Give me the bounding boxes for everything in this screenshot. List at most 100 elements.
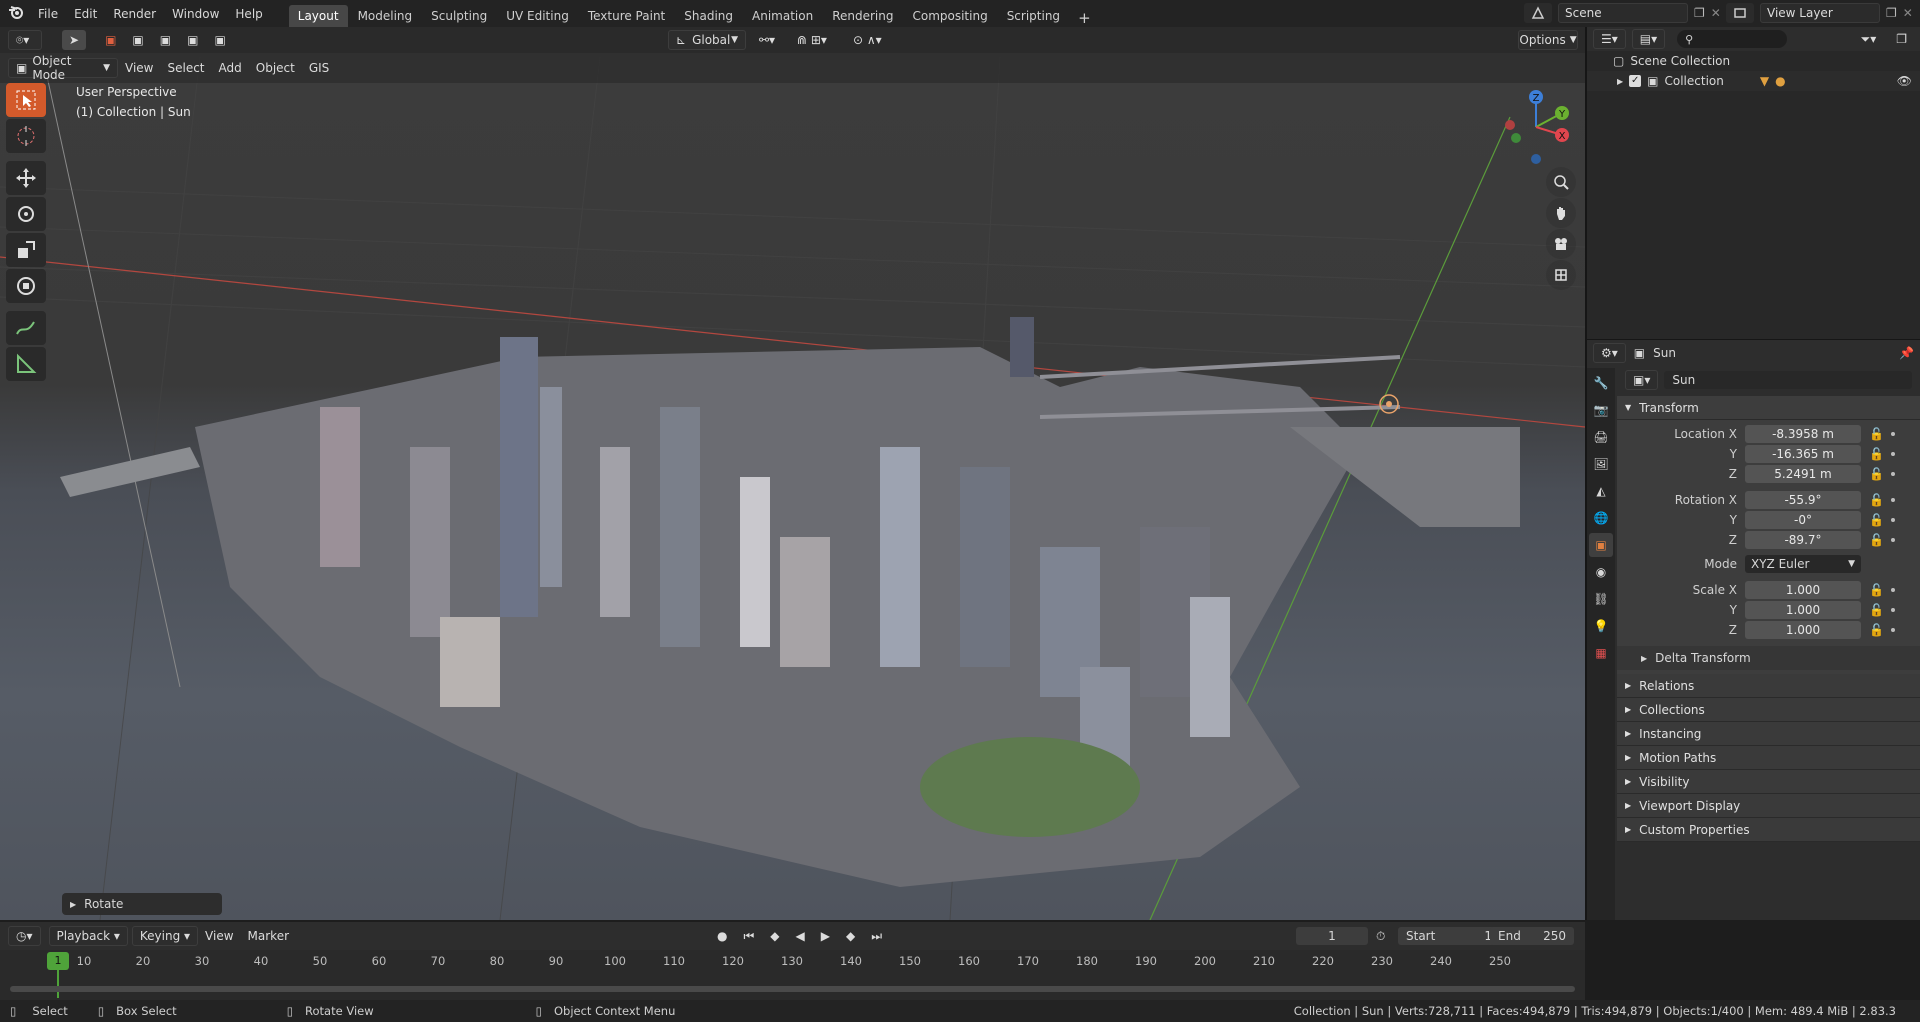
lock-icon[interactable]: 🔓 <box>1869 467 1884 481</box>
tab-rendering[interactable]: Rendering <box>823 5 902 27</box>
panel-instancing[interactable]: ▶ Instancing <box>1617 722 1920 746</box>
outliner-editor-icon[interactable]: ☰▾ <box>1593 29 1626 49</box>
tab-animation[interactable]: Animation <box>743 5 822 27</box>
rotation-x-field[interactable]: -55.9° <box>1745 491 1861 509</box>
datablock-icon[interactable]: ▣▾ <box>1625 370 1659 390</box>
tab-output-icon[interactable]: 🖨 <box>1589 425 1613 449</box>
eye-icon[interactable]: 👁 <box>1897 74 1912 88</box>
record-icon[interactable]: ● <box>710 926 734 946</box>
tool-move[interactable] <box>6 161 46 195</box>
view-layer-icon[interactable] <box>1726 3 1754 23</box>
transform-panel-header[interactable]: ▼ Transform <box>1617 396 1920 420</box>
select-subtract-icon[interactable]: ▣ <box>153 30 178 50</box>
lock-icon[interactable]: 🔓 <box>1869 603 1884 617</box>
tab-render-icon[interactable]: 📷 <box>1589 398 1613 422</box>
outliner-row-collection[interactable]: ▶ ✓ ▣ Collection ▼ ● 👁 <box>1587 71 1920 91</box>
select-new-icon[interactable]: ▣ <box>98 30 123 50</box>
keyframe-dot-icon[interactable] <box>1891 628 1895 632</box>
tab-light-data-icon[interactable]: 💡 <box>1589 614 1613 638</box>
timeline-editor-icon[interactable]: ◷▾ <box>8 926 41 946</box>
view-layer-close-icon[interactable]: ✕ <box>1903 6 1913 20</box>
outliner-row-scene-collection[interactable]: ▢ Scene Collection <box>1587 51 1920 71</box>
new-collection-icon[interactable]: ❐ <box>1889 29 1914 49</box>
lock-icon[interactable]: 🔓 <box>1869 623 1884 637</box>
tab-scene-icon[interactable]: ◭ <box>1589 479 1613 503</box>
blender-logo-icon[interactable] <box>8 4 24 23</box>
tab-modeling[interactable]: Modeling <box>349 5 422 27</box>
gizmo-neg-z[interactable] <box>1531 154 1541 164</box>
pivot-icon[interactable]: ⚯▾ <box>752 30 782 50</box>
location-y-field[interactable]: -16.365 m <box>1745 445 1861 463</box>
tab-scripting[interactable]: Scripting <box>998 5 1069 27</box>
tab-layout[interactable]: Layout <box>288 5 348 27</box>
rotation-y-field[interactable]: -0° <box>1745 511 1861 529</box>
scene-field[interactable]: Scene <box>1558 3 1688 23</box>
select-intersect-icon[interactable]: ▣ <box>207 30 232 50</box>
next-keyframe-icon[interactable]: ◆ <box>839 926 862 946</box>
keyframe-dot-icon[interactable] <box>1891 452 1895 456</box>
start-frame-field[interactable]: Start 1 <box>1398 927 1500 945</box>
menu-add[interactable]: Add <box>212 58 249 78</box>
menu-object[interactable]: Object <box>249 58 302 78</box>
lock-icon[interactable]: 🔓 <box>1869 513 1884 527</box>
lock-icon[interactable]: 🔓 <box>1869 533 1884 547</box>
menu-file[interactable]: File <box>30 7 66 21</box>
collection-checkbox[interactable]: ✓ <box>1629 75 1642 87</box>
delta-transform-subpanel[interactable]: ▶ Delta Transform <box>1617 646 1920 670</box>
menu-window[interactable]: Window <box>164 7 227 21</box>
timeline-view-menu[interactable]: View <box>198 926 240 946</box>
add-workspace-button[interactable]: + <box>1070 9 1099 27</box>
tab-shading[interactable]: Shading <box>675 5 742 27</box>
keying-menu[interactable]: Keying ▾ <box>131 926 199 946</box>
lock-icon[interactable]: 🔓 <box>1869 583 1884 597</box>
end-frame-field[interactable]: End 250 <box>1490 927 1574 945</box>
menu-view[interactable]: View <box>118 58 160 78</box>
timeline-scrollbar[interactable] <box>10 986 1575 992</box>
panel-visibility[interactable]: ▶ Visibility <box>1617 770 1920 794</box>
tool-cursor[interactable] <box>6 119 46 153</box>
editor-type-button[interactable]: ⌾▾ <box>8 30 42 50</box>
tool-transform[interactable] <box>6 269 46 303</box>
navigation-gizmo[interactable]: Z Y X <box>1496 87 1576 167</box>
last-operator-panel[interactable]: ▶ Rotate <box>62 893 222 915</box>
tool-measure[interactable] <box>6 347 46 381</box>
select-mode-button[interactable]: ➤ <box>62 30 87 50</box>
stopwatch-icon[interactable]: ⏱ <box>1376 929 1385 944</box>
expand-arrow-icon[interactable]: ▶ <box>1617 77 1623 86</box>
playhead[interactable]: 1 <box>47 952 69 970</box>
outliner-search-input[interactable]: ⚲ <box>1677 30 1788 48</box>
snap-icon[interactable]: ⋒ ⊞▾ <box>790 30 834 50</box>
select-invert-icon[interactable]: ▣ <box>180 30 205 50</box>
lock-icon[interactable]: 🔓 <box>1869 493 1884 507</box>
location-z-field[interactable]: 5.2491 m <box>1745 465 1861 483</box>
lock-icon[interactable]: 🔓 <box>1869 427 1884 441</box>
select-extend-icon[interactable]: ▣ <box>125 30 150 50</box>
scene-icon[interactable] <box>1524 3 1552 23</box>
display-mode-icon[interactable]: ▤▾ <box>1631 29 1666 49</box>
camera-icon[interactable] <box>1546 229 1576 259</box>
tool-scale[interactable] <box>6 233 46 267</box>
playback-menu[interactable]: Playback ▾ <box>48 926 128 946</box>
keyframe-dot-icon[interactable] <box>1891 608 1895 612</box>
play-icon[interactable]: ▶ <box>814 926 837 946</box>
view-layer-field[interactable]: View Layer <box>1760 3 1880 23</box>
object-name-field[interactable]: Sun <box>1664 371 1912 389</box>
panel-viewport-display[interactable]: ▶ Viewport Display <box>1617 794 1920 818</box>
panel-motion-paths[interactable]: ▶ Motion Paths <box>1617 746 1920 770</box>
grid-icon[interactable] <box>1546 260 1576 290</box>
view-layer-copy-icon[interactable]: ❐ <box>1886 6 1897 20</box>
keyframe-dot-icon[interactable] <box>1891 472 1895 476</box>
keyframe-dot-icon[interactable] <box>1891 518 1895 522</box>
lock-icon[interactable]: 🔓 <box>1869 447 1884 461</box>
gizmo-neg-y[interactable] <box>1511 133 1521 143</box>
tab-object-icon[interactable]: ▣ <box>1589 533 1613 557</box>
tab-world-icon[interactable]: 🌐 <box>1589 506 1613 530</box>
scene-copy-icon[interactable]: ❐ <box>1694 6 1705 20</box>
menu-gis[interactable]: GIS <box>302 58 336 78</box>
rotation-mode-dropdown[interactable]: XYZ Euler ▼ <box>1745 555 1861 573</box>
menu-render[interactable]: Render <box>105 7 164 21</box>
filter-icon[interactable]: ⏷▾ <box>1854 29 1884 49</box>
current-frame-field[interactable]: 1 <box>1296 927 1368 945</box>
menu-select[interactable]: Select <box>160 58 211 78</box>
tab-uv-editing[interactable]: UV Editing <box>497 5 578 27</box>
